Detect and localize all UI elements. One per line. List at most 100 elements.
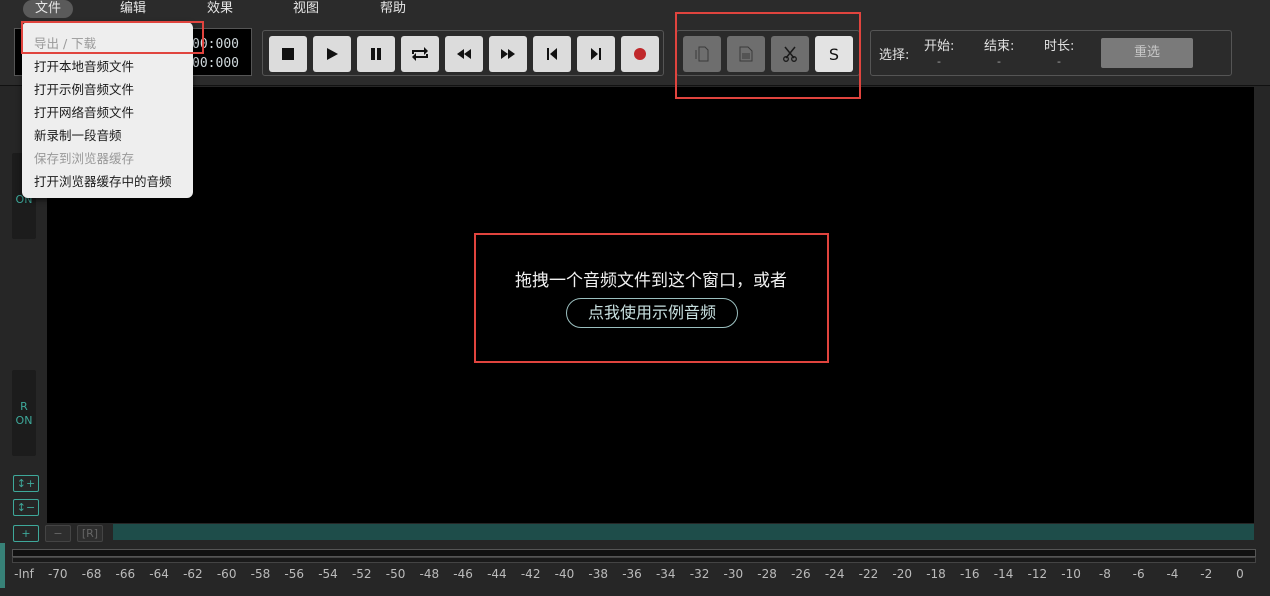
duration-value: - — [1057, 55, 1061, 68]
meter-scale-tick: -48 — [419, 567, 440, 581]
file-menu-dropdown: 导出 / 下载 打开本地音频文件 打开示例音频文件 打开网络音频文件 新录制一段… — [22, 22, 193, 198]
fast-forward-button[interactable] — [489, 36, 527, 72]
meter-scale-tick: -70 — [47, 567, 68, 581]
skip-end-button[interactable] — [577, 36, 615, 72]
meter-scale-tick: -34 — [655, 567, 676, 581]
meter-scale-tick: -64 — [149, 567, 169, 581]
meter-scale-tick: -38 — [588, 567, 609, 581]
rewind-button[interactable] — [445, 36, 483, 72]
stop-icon — [282, 48, 294, 60]
start-label: 开始: — [924, 39, 955, 54]
transport-controls — [262, 30, 664, 76]
end-label: 结束: — [984, 39, 1015, 54]
selection-panel: 选择: 开始: - 结束: - 时长: - 重选 — [870, 30, 1232, 76]
menu-item-record-audio[interactable]: 新录制一段音频 — [34, 125, 122, 144]
copy-icon — [695, 46, 709, 62]
meter-scale-tick: -46 — [453, 567, 473, 581]
meter-scale-tick: -68 — [81, 567, 102, 581]
meter-scale-tick: -62 — [183, 567, 203, 581]
meter-scale-tick: -50 — [385, 567, 406, 581]
loop-icon — [412, 47, 428, 61]
start-value: - — [937, 55, 941, 68]
menu-item-open-url-audio[interactable]: 打开网络音频文件 — [34, 102, 134, 121]
meter-scale-tick: -2 — [1200, 567, 1213, 581]
play-button[interactable] — [313, 36, 351, 72]
meter-scale-tick: -42 — [520, 567, 541, 581]
menu-edit[interactable]: 编辑 — [120, 0, 146, 18]
meter-scale-tick: -8 — [1098, 567, 1111, 581]
meter-scale-tick: -28 — [757, 567, 777, 581]
menu-file[interactable]: 文件 — [23, 0, 73, 18]
drop-hint: 拖拽一个音频文件到这个窗口，或者 — [515, 271, 787, 291]
paste-icon — [739, 46, 753, 62]
fast-forward-icon — [501, 49, 515, 59]
zoom-reset-button[interactable]: [R] — [77, 525, 103, 542]
horizontal-zoom-in-button[interactable]: + — [13, 525, 39, 542]
selection-label: 选择: — [879, 48, 910, 63]
meter-scale-tick: -32 — [689, 567, 710, 581]
meter-scale-tick: 0 — [1236, 567, 1244, 581]
meter-scale-tick: -26 — [791, 567, 811, 581]
meter-scale-tick: -4 — [1166, 567, 1179, 581]
skip-start-icon — [547, 48, 557, 60]
meter-scale-tick: -66 — [115, 567, 136, 581]
duration-label: 时长: — [1044, 39, 1075, 54]
right-channel-letter: R — [20, 400, 28, 413]
menu-item-open-cached-audio[interactable]: 打开浏览器缓存中的音频 — [34, 171, 172, 190]
meter-scale-tick: -54 — [318, 567, 338, 581]
play-icon — [327, 48, 338, 60]
vertical-zoom-in-button[interactable]: ↕+ — [13, 475, 39, 492]
menu-item-export-download[interactable]: 导出 / 下载 — [34, 33, 96, 52]
scissors-icon — [783, 46, 797, 62]
meter-scale-tick: -10 — [1061, 567, 1081, 581]
menu-item-open-local-audio[interactable]: 打开本地音频文件 — [34, 56, 134, 75]
right-channel-label: ON — [15, 414, 33, 427]
paste-button[interactable] — [727, 36, 765, 72]
s-button[interactable]: S — [815, 36, 853, 72]
vertical-zoom-out-button[interactable]: ↕− — [13, 499, 39, 516]
meter-scale-tick: -40 — [554, 567, 575, 581]
meter-scale-tick: -58 — [250, 567, 271, 581]
timeline-scrollbar[interactable] — [113, 524, 1254, 540]
meter-scale-tick: -18 — [926, 567, 946, 581]
record-icon — [634, 48, 646, 60]
menu-item-open-sample-audio[interactable]: 打开示例音频文件 — [34, 79, 134, 98]
horizontal-zoom-out-button[interactable]: − — [45, 525, 71, 542]
meter-scale-tick: -20 — [892, 567, 913, 581]
meter-scale-tick: -14 — [993, 567, 1014, 581]
rewind-icon — [457, 49, 471, 59]
menu-effects[interactable]: 效果 — [207, 0, 233, 18]
pause-button[interactable] — [357, 36, 395, 72]
meter-scale-tick: -24 — [824, 567, 845, 581]
skip-end-icon — [591, 48, 601, 60]
meter-scale-tick: -56 — [284, 567, 305, 581]
meter-scale-tick: -52 — [351, 567, 372, 581]
menu-help[interactable]: 帮助 — [380, 0, 406, 18]
cut-button[interactable] — [771, 36, 809, 72]
meter-scale-tick: -30 — [723, 567, 744, 581]
skip-start-button[interactable] — [533, 36, 571, 72]
menu-view[interactable]: 视图 — [293, 0, 319, 18]
meter-scale-tick: -60 — [216, 567, 237, 581]
meter-scale-tick: -16 — [959, 567, 980, 581]
menu-bar: 文件 编辑 效果 视图 帮助 — [0, 0, 1270, 18]
copy-button[interactable] — [683, 36, 721, 72]
meter-scale-tick: -22 — [858, 567, 879, 581]
menu-item-save-to-cache[interactable]: 保存到浏览器缓存 — [34, 148, 134, 167]
stop-button[interactable] — [269, 36, 307, 72]
meter-scale-tick: -44 — [487, 567, 507, 581]
meter-scale-tick: -12 — [1027, 567, 1048, 581]
meter-scale-tick: -36 — [622, 567, 642, 581]
use-sample-audio-button[interactable]: 点我使用示例音频 — [566, 298, 738, 328]
level-meter-left — [12, 549, 1256, 557]
pause-icon — [371, 48, 381, 60]
edit-tools: S — [676, 30, 860, 76]
loop-button[interactable] — [401, 36, 439, 72]
meter-scale: -Inf -70 -68 -66 -64 -62 -60 -58 -56 -54 -52 -50 -48… — [0, 567, 1270, 585]
end-value: - — [997, 55, 1001, 68]
right-channel-toggle[interactable]: R ON — [12, 370, 36, 456]
waveform-right-margin — [1254, 87, 1270, 523]
level-meter-right — [12, 557, 1256, 563]
record-button[interactable] — [621, 36, 659, 72]
reselect-button[interactable]: 重选 — [1101, 38, 1193, 68]
